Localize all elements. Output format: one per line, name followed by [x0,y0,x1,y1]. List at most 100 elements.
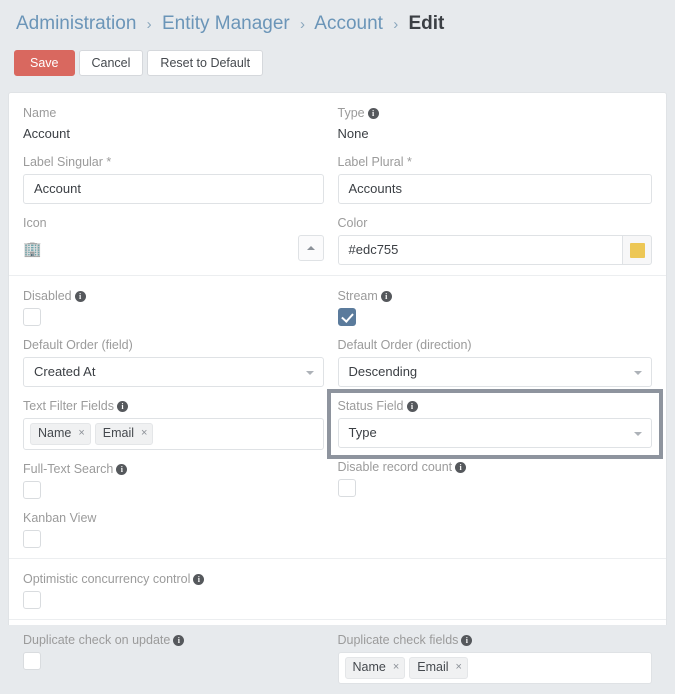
label-plural-input[interactable]: Accounts [338,174,653,204]
field-optimistic-concurrency: Optimistic concurrency controli [23,571,324,609]
field-type: Typei None [338,105,653,143]
field-label: Default Order (field) [23,337,324,353]
tag-item[interactable]: Email × [95,423,154,445]
column-left: Disabledi Default Order (field) Created … [23,288,338,548]
field-label: Text Filter Fieldsi [23,398,324,414]
reset-to-default-button[interactable]: Reset to Default [147,50,263,76]
tag-item[interactable]: Name × [345,657,406,679]
breadcrumb-separator: › [300,16,305,33]
field-label: Duplicate check on updatei [23,632,324,648]
info-icon[interactable]: i [117,401,128,412]
disable-record-count-checkbox[interactable] [338,479,356,497]
breadcrumb-item-account[interactable]: Account [314,13,383,34]
stream-checkbox[interactable] [338,308,356,326]
field-text-filter-fields: Text Filter Fieldsi Name × Email × [23,398,324,450]
label-text: Stream [338,289,378,303]
field-icon: Icon 🏢 [23,215,324,261]
field-label: Optimistic concurrency controli [23,571,324,587]
label-text: Default Order (field) [23,338,133,352]
duplicate-check-fields-input[interactable]: Name × Email × [338,652,653,684]
chevron-up-icon [307,246,315,250]
close-icon[interactable]: × [456,662,462,673]
field-label: Full-Text Searchi [23,461,324,477]
field-label: Duplicate check fieldsi [338,632,653,648]
field-label: Name [23,105,324,121]
default-order-direction-select[interactable]: Descending [338,357,653,387]
column-left: Name Account Label Singular * Account Ic… [23,105,338,265]
close-icon[interactable]: × [393,662,399,673]
info-icon[interactable]: i [368,108,379,119]
tag-label: Email [417,659,448,676]
color-input[interactable]: #edc755 [338,235,623,265]
disabled-checkbox[interactable] [23,308,41,326]
save-button[interactable]: Save [14,50,75,76]
breadcrumb-separator: › [147,16,152,33]
breadcrumb-item-entity-manager[interactable]: Entity Manager [162,13,290,34]
select-value: Created At [34,364,95,379]
field-label: Kanban View [23,510,324,526]
field-stream: Streami [338,288,653,326]
label-text: Duplicate check on update [23,633,170,647]
chevron-down-icon [306,371,314,375]
icon-picker-toggle-button[interactable] [298,235,324,261]
label-text: Disabled [23,289,72,303]
select-value: Type [349,425,377,440]
field-label: Color [338,215,653,231]
tag-item[interactable]: Email × [409,657,468,679]
label-text: Label Singular [23,155,103,169]
field-label: Default Order (direction) [338,337,653,353]
field-kanban-view: Kanban View [23,510,324,548]
type-value: None [338,125,653,143]
info-icon[interactable]: i [193,574,204,585]
label-text: Full-Text Search [23,462,113,476]
field-disabled: Disabledi [23,288,324,326]
kanban-view-checkbox[interactable] [23,530,41,548]
field-label: Disable record counti [338,459,653,475]
label-text: Type [338,106,365,120]
column-right: Typei None Label Plural * Accounts Color [338,105,653,265]
info-icon[interactable]: i [381,291,392,302]
field-label: Disabledi [23,288,324,304]
color-swatch-button[interactable] [622,235,652,265]
info-icon[interactable]: i [173,635,184,646]
field-label-singular: Label Singular * Account [23,154,324,204]
tag-item[interactable]: Name × [30,423,91,445]
close-icon[interactable]: × [141,428,147,439]
text-filter-fields-input[interactable]: Name × Email × [23,418,324,450]
label-singular-input[interactable]: Account [23,174,324,204]
column-left: Duplicate check on updatei [23,632,338,684]
duplicate-check-on-update-checkbox[interactable] [23,652,41,670]
close-icon[interactable]: × [78,428,84,439]
info-icon[interactable]: i [75,291,86,302]
building-emoji-icon: 🏢 [23,239,42,261]
label-text: Name [23,106,56,120]
label-text: Kanban View [23,511,96,525]
breadcrumb-item-administration[interactable]: Administration [16,13,136,34]
column-left: Optimistic concurrency controli [23,571,338,609]
tag-label: Name [353,659,386,676]
breadcrumb-separator: › [393,16,398,33]
required-mark: * [103,155,111,169]
status-field-select[interactable]: Type [338,418,653,448]
full-text-search-checkbox[interactable] [23,481,41,499]
default-order-field-select[interactable]: Created At [23,357,324,387]
section-behavior: Disabledi Default Order (field) Created … [9,275,666,558]
info-icon[interactable]: i [407,401,418,412]
info-icon[interactable]: i [455,462,466,473]
field-full-text-search: Full-Text Searchi [23,461,324,499]
field-label: Typei [338,105,653,121]
field-label: Status Fieldi [338,398,653,414]
chevron-down-icon [634,432,642,436]
info-icon[interactable]: i [116,464,127,475]
optimistic-concurrency-checkbox[interactable] [23,591,41,609]
tag-label: Email [103,425,134,442]
section-general: Name Account Label Singular * Account Ic… [9,93,666,275]
chevron-down-icon [634,371,642,375]
required-mark: * [404,155,412,169]
label-text: Status Field [338,399,404,413]
cancel-button[interactable]: Cancel [79,50,144,76]
select-value: Descending [349,364,418,379]
field-default-order-field: Default Order (field) Created At [23,337,324,387]
field-duplicate-check-fields: Duplicate check fieldsi Name × Email × [338,632,653,684]
info-icon[interactable]: i [461,635,472,646]
